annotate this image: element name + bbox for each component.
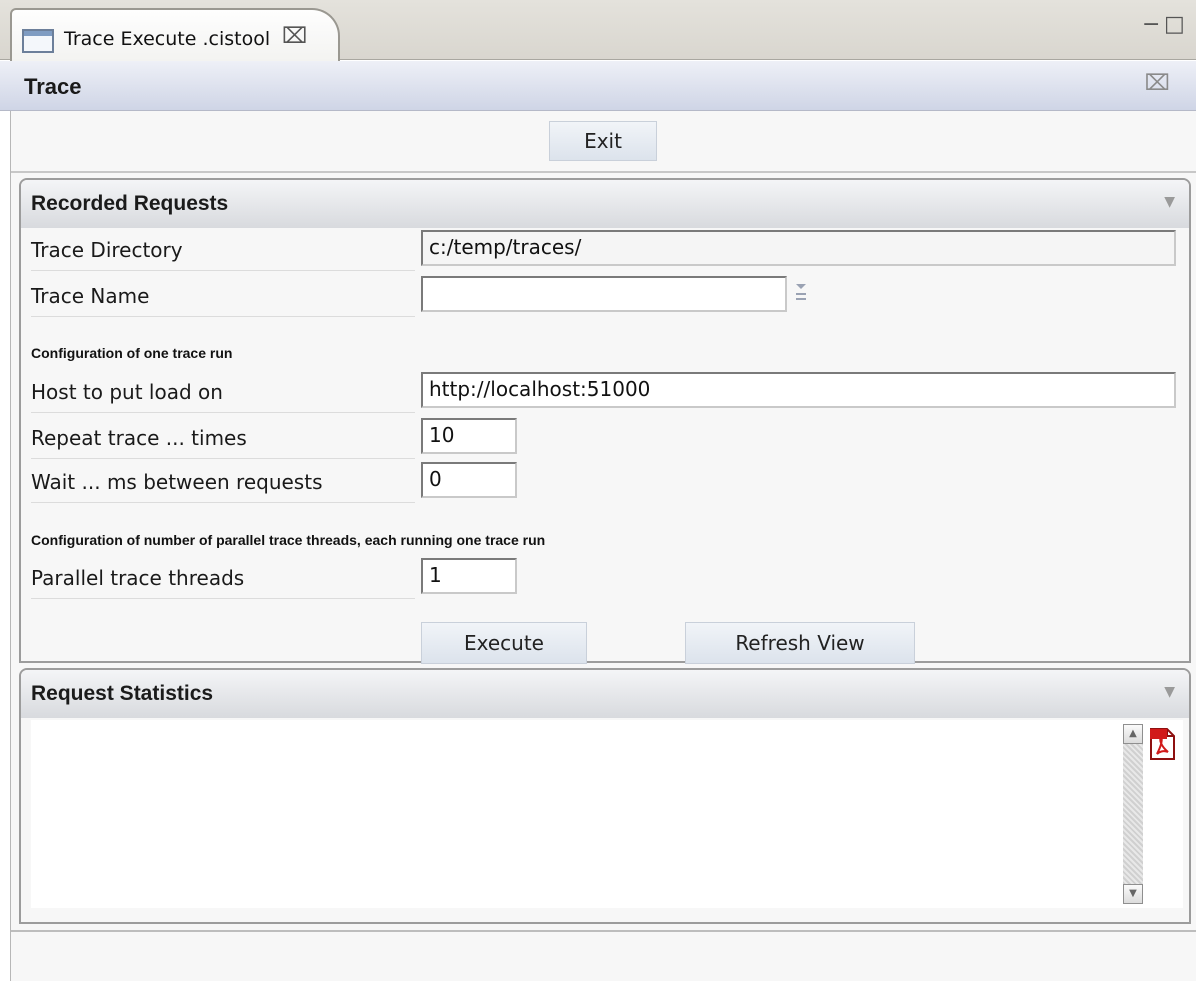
exit-button[interactable]: Exit (549, 121, 657, 161)
minimize-icon[interactable]: − (1142, 14, 1160, 36)
repeat-field[interactable]: 10 (421, 418, 517, 454)
row-divider (31, 270, 415, 271)
chevron-down-icon[interactable]: ▼ (1164, 194, 1175, 210)
row-divider (31, 412, 415, 413)
row-divider (31, 316, 415, 317)
close-tab-icon[interactable]: ⌧ (282, 24, 307, 49)
repeat-label: Repeat trace ... times (31, 426, 247, 450)
pdf-icon[interactable] (1149, 728, 1175, 760)
row-divider (31, 598, 415, 599)
view-body: Exit Recorded Requests ▼ Trace Directory… (10, 111, 1196, 981)
config-one-run-heading: Configuration of one trace run (31, 345, 233, 361)
maximize-icon[interactable]: □ (1164, 14, 1185, 36)
row-divider (31, 502, 415, 503)
row-divider (31, 458, 415, 459)
host-label: Host to put load on (31, 380, 223, 404)
statistics-content: ▲ ▼ (31, 720, 1183, 908)
request-statistics-title: Request Statistics (31, 682, 214, 705)
view-title: Trace (24, 74, 82, 99)
exit-row: Exit (11, 111, 1196, 173)
vertical-scrollbar[interactable]: ▲ ▼ (1123, 724, 1143, 904)
scroll-up-icon[interactable]: ▲ (1123, 724, 1143, 744)
trace-directory-label: Trace Directory (31, 238, 183, 262)
wait-label: Wait ... ms between requests (31, 470, 323, 494)
recorded-requests-section: Recorded Requests ▼ Trace Directory c:/t… (19, 178, 1191, 664)
dropdown-icon[interactable] (795, 282, 807, 304)
footer-divider (11, 930, 1196, 932)
window-icon (22, 29, 54, 53)
recorded-requests-header[interactable]: Recorded Requests ▼ (21, 180, 1189, 228)
wait-field[interactable]: 0 (421, 462, 517, 498)
request-statistics-section: Request Statistics ▼ ▲ ▼ (19, 668, 1191, 924)
chevron-down-icon[interactable]: ▼ (1164, 684, 1175, 700)
close-view-icon[interactable]: ⌧ (1145, 71, 1170, 96)
trace-directory-field[interactable]: c:/temp/traces/ (421, 230, 1176, 266)
host-field[interactable]: http://localhost:51000 (421, 372, 1176, 408)
editor-tab[interactable]: Trace Execute .cistool ⌧ (10, 8, 340, 61)
recorded-requests-title: Recorded Requests (31, 192, 229, 215)
parallel-field[interactable]: 1 (421, 558, 517, 594)
editor-tab-bar: Trace Execute .cistool ⌧ − □ (0, 0, 1196, 61)
editor-tab-label: Trace Execute .cistool (64, 28, 271, 50)
view-header: Trace ⌧ (0, 61, 1196, 111)
execute-button[interactable]: Execute (421, 622, 587, 664)
parallel-label: Parallel trace threads (31, 566, 245, 590)
trace-name-field[interactable] (421, 276, 787, 312)
refresh-view-button[interactable]: Refresh View (685, 622, 915, 664)
request-statistics-header[interactable]: Request Statistics ▼ (21, 670, 1189, 718)
scroll-down-icon[interactable]: ▼ (1123, 884, 1143, 904)
trace-name-label: Trace Name (31, 284, 150, 308)
config-parallel-heading: Configuration of number of parallel trac… (31, 532, 546, 548)
